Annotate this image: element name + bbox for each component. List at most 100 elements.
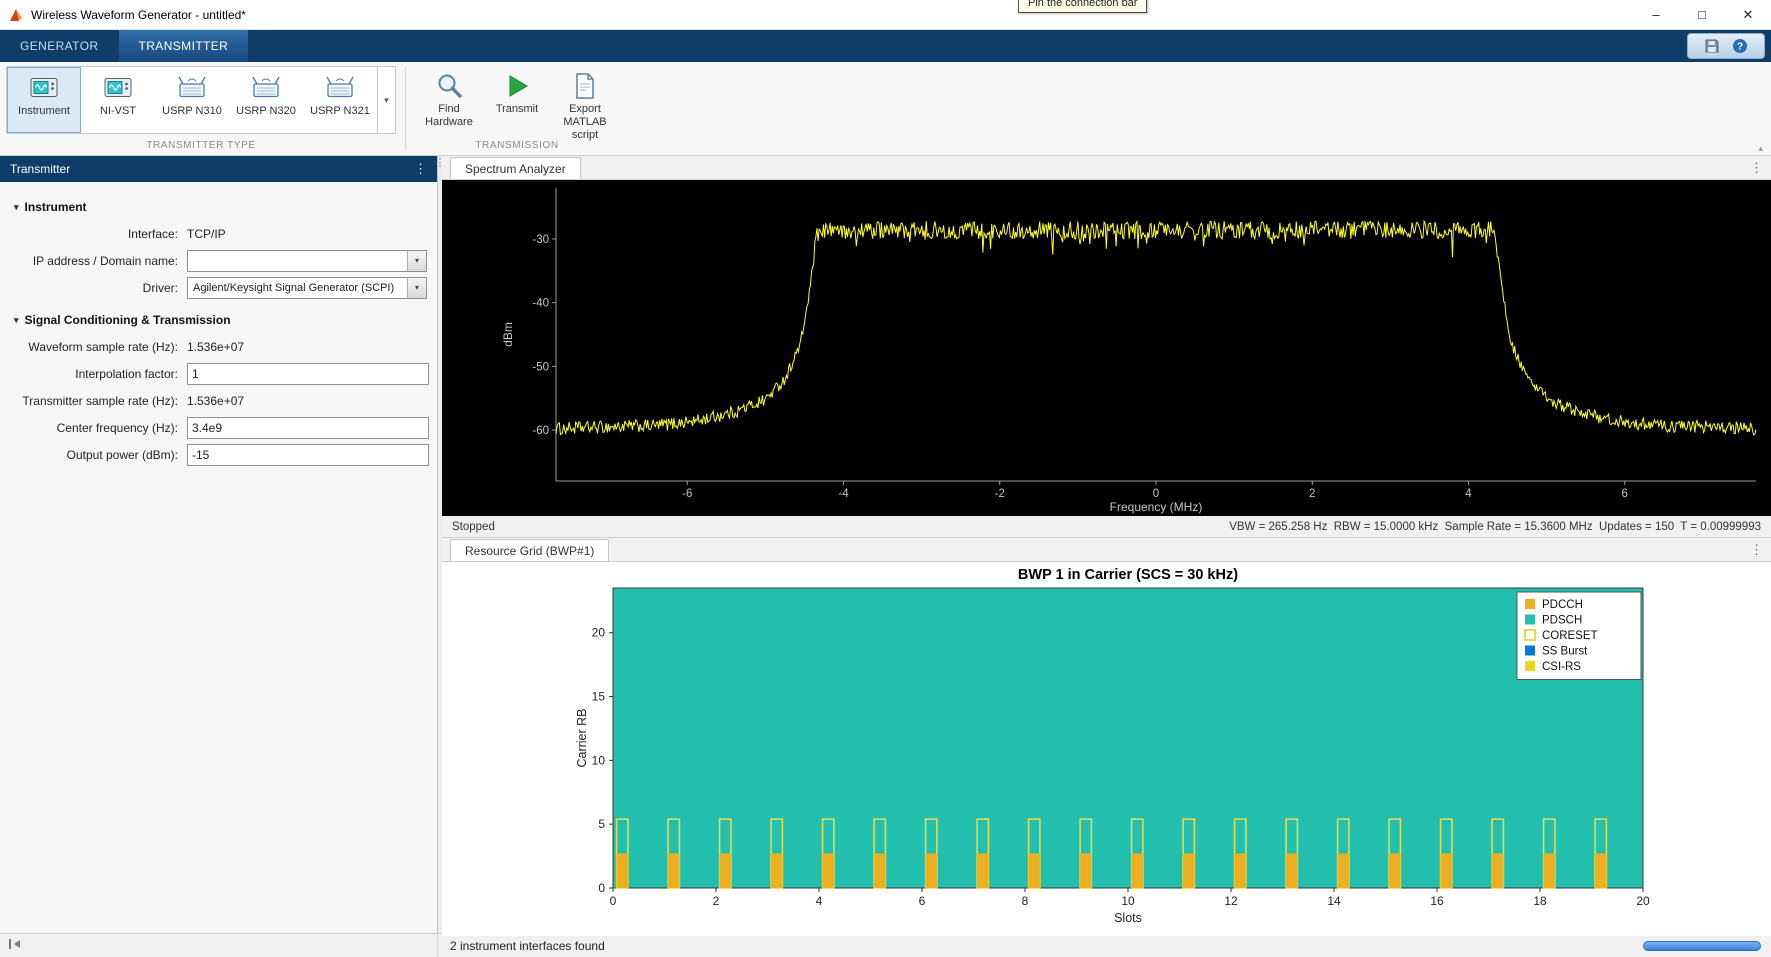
instrument-icon [102,75,134,101]
instrument-section-header[interactable]: ▾ Instrument [0,194,437,220]
row-interpolation-factor: Interpolation factor: [0,360,437,387]
panel-title: Transmitter [10,162,70,176]
window-title: Wireless Waveform Generator - untitled* [31,8,246,22]
title-bar: Wireless Waveform Generator - untitled* … [0,0,1771,30]
usrp-icon [324,75,356,101]
resource-grid-svg: BWP 1 in Carrier (SCS = 30 kHz)024681012… [442,562,1771,933]
gallery-item-label: USRP N320 [236,105,296,117]
row-transmitter-sample-rate-hz: Transmitter sample rate (Hz):1.536e+07 [0,387,437,414]
quick-access-bar: ? [1687,33,1765,59]
svg-text:PDCCH: PDCCH [1542,599,1583,611]
save-icon[interactable] [1704,38,1721,55]
svg-text:15: 15 [592,690,606,704]
gallery-item-usrp-n320[interactable]: USRP N320 [229,67,303,133]
tab-spectrum-analyzer[interactable]: Spectrum Analyzer [450,157,581,179]
svg-text:10: 10 [592,753,606,767]
svg-text:CSI-RS: CSI-RS [1542,661,1581,673]
svg-text:0: 0 [610,894,617,908]
svg-text:-60: -60 [532,425,549,437]
play-icon [502,71,532,101]
driver-label: Driver: [0,281,187,295]
gallery-item-instrument[interactable]: Instrument [7,67,81,133]
interface-label: Interface: [0,227,187,241]
kebab-icon[interactable]: ⋮ [1750,160,1763,176]
svg-text:-40: -40 [532,298,549,310]
status-bar: 2 instrument interfaces found [0,933,1771,957]
signal-section-header[interactable]: ▾ Signal Conditioning & Transmission [0,307,437,333]
svg-text:-30: -30 [532,234,549,246]
ribbon-tab-transmitter[interactable]: TRANSMITTER [119,30,249,62]
spectrum-statusbar: Stopped VBW = 265.258 Hz RBW = 15.0000 k… [442,516,1771,538]
gallery-item-label: Instrument [18,105,70,117]
main-area: Transmitter ⋮ ▾ Instrument Interface: TC… [0,156,1771,933]
find-hardware-label: Find Hardware [416,103,482,129]
chevron-down-icon[interactable]: ▾ [407,251,426,271]
svg-text:Carrier RB: Carrier RB [575,708,589,767]
tab-resource-grid[interactable]: Resource Grid (BWP#1) [450,539,609,561]
svg-text:dBm: dBm [501,322,515,347]
interpolation-factor-field[interactable] [187,363,429,385]
instrument-icon [28,75,60,101]
ribbon-tab-generator[interactable]: GENERATOR [0,30,119,62]
transmit-button[interactable]: Transmit [484,66,550,134]
collapse-arrow-icon: ▾ [14,315,19,326]
gallery-item-usrp-n321[interactable]: USRP N321 [303,67,377,133]
statusbar-left [0,934,438,957]
output-power-dbm-label: Output power (dBm): [0,448,187,462]
svg-text:18: 18 [1533,894,1547,908]
row-output-power-dbm: Output power (dBm): [0,441,437,468]
gallery-item-label: USRP N310 [162,105,222,117]
export-script-button[interactable]: Export MATLAB script [552,66,618,134]
window-controls: – □ ✕ [1633,0,1771,29]
svg-text:2: 2 [713,894,720,908]
ip-address-label: IP address / Domain name: [0,254,187,268]
driver-combobox[interactable]: Agilent/Keysight Signal Generator (SCPI)… [187,277,427,299]
svg-text:0: 0 [1153,488,1159,500]
svg-text:2: 2 [1309,488,1315,500]
ip-address-combobox[interactable]: ▾ [187,250,427,272]
resource-grid-tabrow: Resource Grid (BWP#1) ⋮ [442,538,1771,562]
svg-text:BWP 1 in Carrier (SCS = 30 kHz: BWP 1 in Carrier (SCS = 30 kHz) [1018,567,1238,583]
progress-bar [1643,941,1761,951]
script-document-icon [570,71,600,101]
driver-row: Driver: Agilent/Keysight Signal Generato… [0,274,437,301]
help-icon[interactable]: ? [1732,38,1749,55]
waveform-sample-rate-hz-value: 1.536e+07 [187,340,244,354]
gallery-item-ni-vst[interactable]: NI-VST [81,67,155,133]
gallery-item-usrp-n310[interactable]: USRP N310 [155,67,229,133]
ribbon-tabs: GENERATORTRANSMITTER [0,30,248,62]
row-waveform-sample-rate-hz: Waveform sample rate (Hz):1.536e+07 [0,333,437,360]
section-label-transmitter-type: TRANSMITTER TYPE [6,140,396,155]
output-power-dbm-field[interactable] [187,444,429,466]
transmitter-panel-body: ▾ Instrument Interface: TCP/IP IP addres… [0,182,437,933]
svg-text:Slots: Slots [1114,911,1142,925]
find-hardware-button[interactable]: Find Hardware [416,66,482,134]
app-window: { "window": { "title": "Wireless Wavefor… [0,0,1771,957]
close-button[interactable]: ✕ [1725,0,1771,29]
spectrum-plot: -6-4-20246-30-40-50-60Frequency (MHz)dBm [442,180,1771,516]
maximize-button[interactable]: □ [1679,0,1725,29]
panel-kebab-icon[interactable]: ⋮ [414,161,427,177]
kebab-icon[interactable]: ⋮ [1750,542,1763,558]
svg-text:-2: -2 [995,488,1005,500]
export-script-label: Export MATLAB script [552,103,618,142]
transmitter-sample-rate-hz-value: 1.536e+07 [187,394,244,408]
transmitter-panel-header: Transmitter ⋮ [0,156,437,182]
svg-text:4: 4 [816,894,823,908]
svg-text:5: 5 [598,817,605,831]
svg-text:?: ? [1737,42,1743,53]
toolstrip-collapse-icon[interactable]: ▴ [1758,143,1763,154]
ip-address-row: IP address / Domain name: ▾ [0,247,437,274]
transmitter-panel: Transmitter ⋮ ▾ Instrument Interface: TC… [0,156,438,933]
collapse-arrow-icon: ▾ [14,202,19,213]
collapse-panel-icon[interactable] [8,938,22,953]
svg-text:4: 4 [1465,488,1472,500]
toolstrip: Instrument NI-VST USRP N310 USRP N320 USRP N… [0,62,1771,156]
svg-text:10: 10 [1121,894,1135,908]
gallery-dropdown-button[interactable]: ▾ [377,67,395,133]
spectrum-status: Stopped [452,521,495,533]
gallery-item-label: NI-VST [100,105,136,117]
minimize-button[interactable]: – [1633,0,1679,29]
chevron-down-icon[interactable]: ▾ [407,278,426,298]
center-frequency-hz-field[interactable] [187,417,429,439]
